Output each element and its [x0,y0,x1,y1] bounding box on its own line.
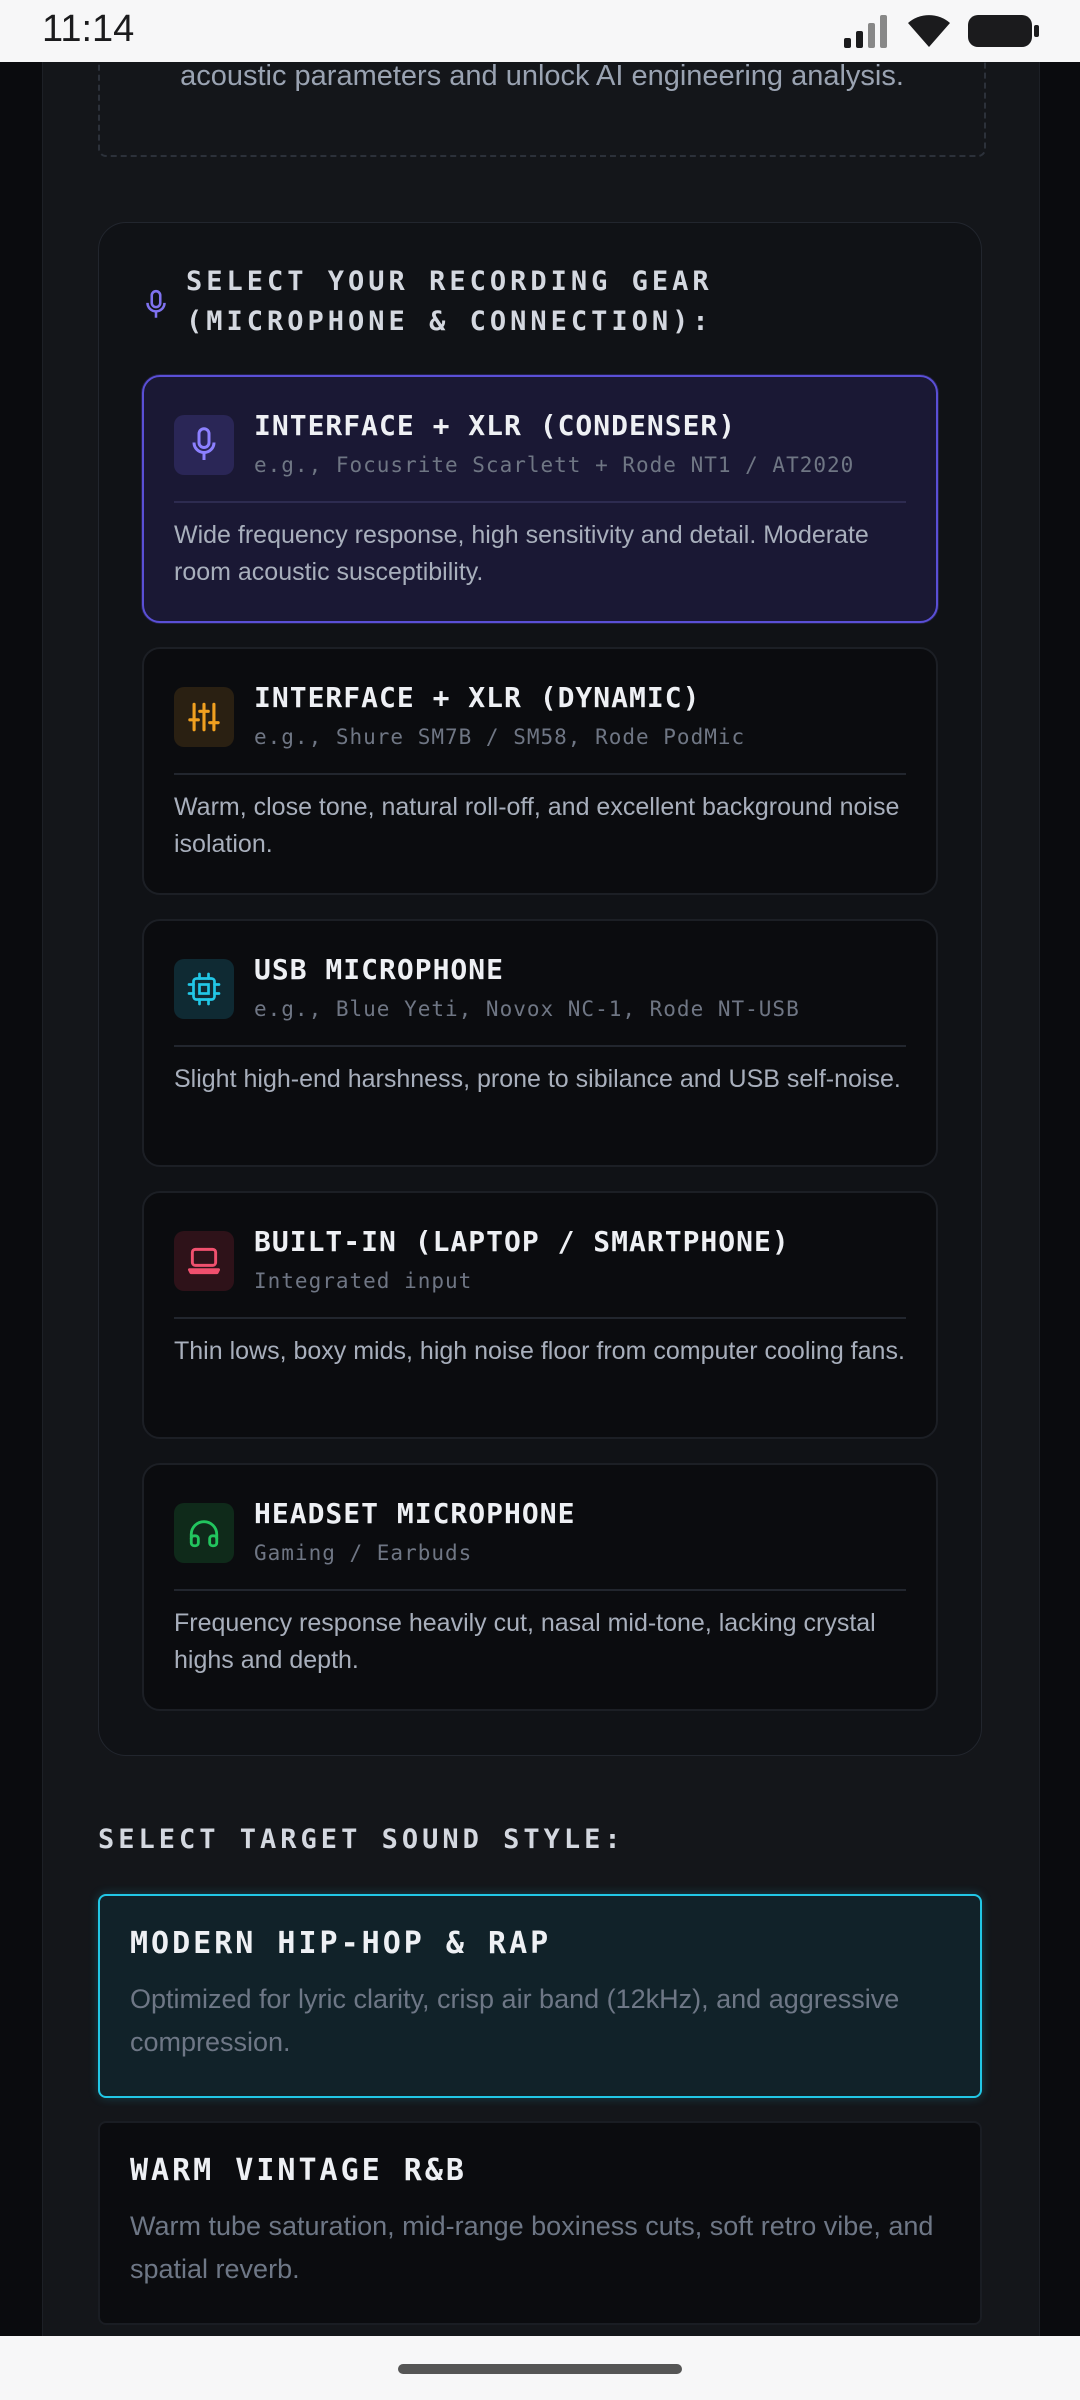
gear-option-built-in[interactable]: BUILT-IN (LAPTOP / SMARTPHONE) Integrate… [142,1191,938,1439]
chip-icon [187,972,221,1006]
gear-section-heading: SELECT YOUR RECORDING GEAR (MICROPHONE &… [142,262,942,342]
gear-option-description: Thin lows, boxy mids, high noise floor f… [174,1337,905,1365]
gear-option-subtitle: e.g., Focusrite Scarlett + Rode NT1 / AT… [254,453,855,477]
upload-hint-text: acoustic parameters and unlock AI engine… [180,60,904,92]
microphone-icon [146,289,166,318]
status-time: 11:14 [42,8,135,50]
style-option-description: Warm tube saturation, mid-range boxiness… [130,2211,934,2284]
gear-option-title: HEADSET MICROPHONE [254,1497,576,1530]
gear-option-subtitle: Integrated input [254,1269,473,1293]
gear-option-title: INTERFACE + XLR (CONDENSER) [254,409,737,442]
style-option-hip-hop[interactable]: MODERN HIP-HOP & RAP Optimized for lyric… [98,1894,982,2098]
gear-option-headset[interactable]: HEADSET MICROPHONE Gaming / Earbuds Freq… [142,1463,938,1711]
laptop-icon [187,1247,220,1275]
gear-option-subtitle: e.g., Blue Yeti, Novox NC-1, Rode NT-USB [254,997,800,1021]
divider [174,1589,906,1591]
gear-option-description: Wide frequency response, high sensitivit… [174,521,869,586]
gear-icon-box [174,959,234,1019]
divider [174,501,906,503]
gear-option-title: USB MICROPHONE [254,953,505,986]
status-icons [844,12,1040,50]
gear-option-subtitle: Gaming / Earbuds [254,1541,473,1565]
gear-option-description: Warm, close tone, natural roll-off, and … [174,793,900,858]
gear-option-description: Frequency response heavily cut, nasal mi… [174,1609,876,1674]
divider [174,1317,906,1319]
signal-icon [844,15,887,48]
gear-icon-box [174,1231,234,1291]
style-option-vintage-rnb[interactable]: WARM VINTAGE R&B Warm tube saturation, m… [98,2121,982,2325]
gear-icon-box [174,1503,234,1563]
home-indicator[interactable] [398,2364,682,2374]
divider [174,1045,906,1047]
style-option-description: Optimized for lyric clarity, crisp air b… [130,1984,900,2057]
sliders-icon [188,702,220,732]
navigation-bar [0,2336,1080,2400]
style-option-title: WARM VINTAGE R&B [130,2153,467,2188]
gear-option-title: BUILT-IN (LAPTOP / SMARTPHONE) [254,1225,790,1258]
gear-heading-text: SELECT YOUR RECORDING GEAR (MICROPHONE &… [186,266,713,337]
gear-option-description: Slight high-end harshness, prone to sibi… [174,1065,901,1093]
gear-icon-box [174,687,234,747]
gear-option-dynamic[interactable]: INTERFACE + XLR (DYNAMIC) e.g., Shure SM… [142,647,938,895]
wifi-icon [908,15,950,47]
gear-icon-box [174,415,234,475]
style-section-heading: SELECT TARGET SOUND STYLE: [98,1824,625,1855]
battery-icon [968,15,1039,47]
gear-option-title: INTERFACE + XLR (DYNAMIC) [254,681,701,714]
style-option-title: MODERN HIP-HOP & RAP [130,1926,552,1961]
divider [174,773,906,775]
gear-option-condenser[interactable]: INTERFACE + XLR (CONDENSER) e.g., Focusr… [142,375,938,623]
microphone-icon [192,427,216,460]
gear-option-usb[interactable]: USB MICROPHONE e.g., Blue Yeti, Novox NC… [142,919,938,1167]
status-bar: 11:14 [0,0,1080,62]
gear-option-subtitle: e.g., Shure SM7B / SM58, Rode PodMic [254,725,746,749]
headphones-icon [189,1520,219,1548]
